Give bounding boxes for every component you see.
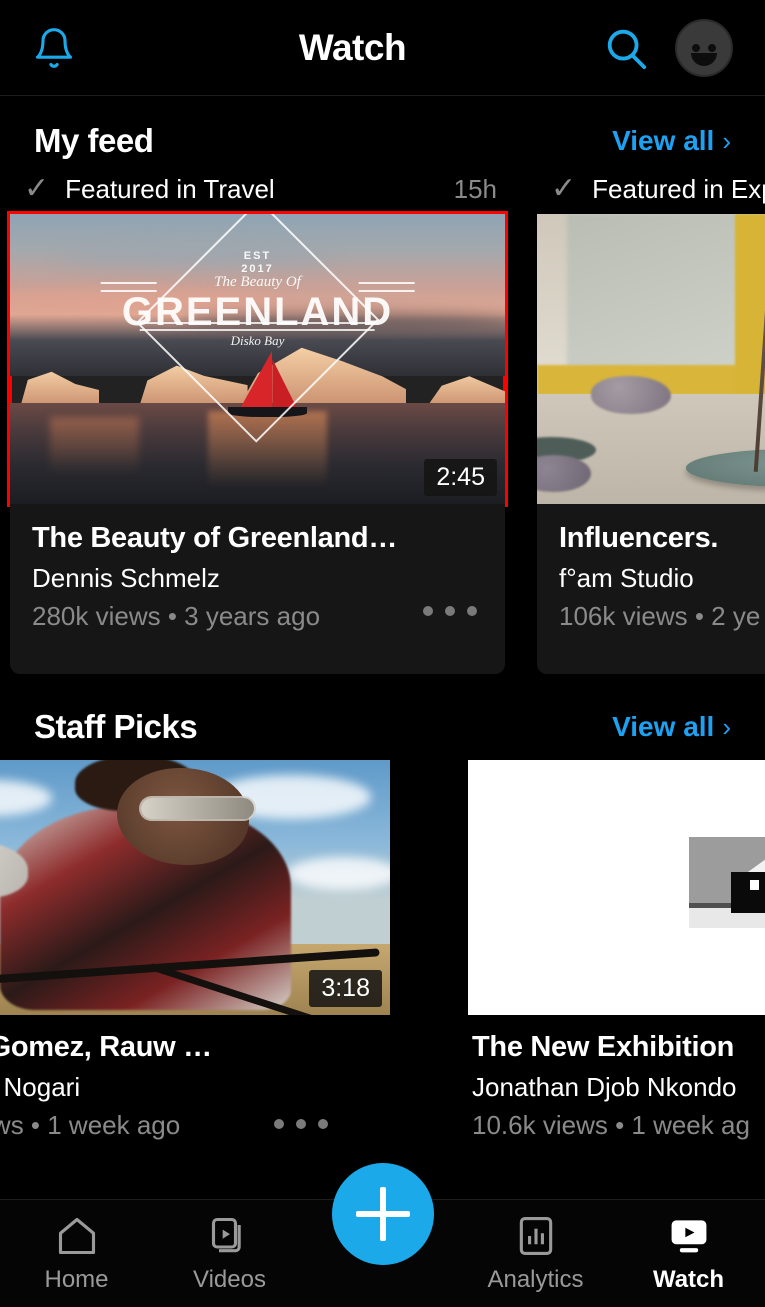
card-body: The Beauty of Greenland… Dennis Schmelz … [10,504,505,674]
logo-bay: Disko Bay [230,333,285,348]
section-header-staff-picks: Staff Picks View all › [0,674,765,760]
avatar[interactable] [675,18,733,77]
card-body: Influencers. f°am Studio 106k views • 2 … [537,504,765,674]
video-card[interactable]: 3:18 lena Gomez, Rauw … nando Nogari 6k … [0,760,390,1141]
nav-item-analytics[interactable]: Analytics [459,1214,612,1294]
card-body: lena Gomez, Rauw … nando Nogari 6k views… [0,1015,390,1141]
chevron-right-icon: › [722,125,731,156]
watch-icon [667,1214,711,1258]
video-author: f°am Studio [559,563,694,593]
video-author: Dennis Schmelz [32,563,220,593]
nav-item-videos[interactable]: Videos [153,1214,306,1294]
video-title: The Beauty of Greenland… [32,522,398,554]
view-all-label: View all [612,711,715,742]
nav-label: Videos [193,1265,266,1293]
section-title: Staff Picks [34,708,198,745]
video-stats: 280k views • 3 years ago [32,601,321,631]
video-thumbnail[interactable] [468,760,765,1015]
logo-subtitle: The Beauty Of [214,274,301,291]
nav-label: Watch [652,1265,725,1293]
logo-year: 2017 [241,262,274,275]
header-left [32,26,142,70]
app-screen: Watch My feed View all › ✓ Featured in T… [0,0,765,1307]
logo-est: EST [243,250,272,263]
duration-badge: 3:18 [309,970,382,1007]
check-icon: ✓ [551,174,577,205]
featured-label: Featured in Exp [592,174,765,204]
create-button[interactable] [331,1163,434,1265]
thumbnail-art-exhibition [468,760,765,1015]
section-header-my-feed: My feed View all › [0,96,765,174]
duration-badge: 2:45 [424,459,497,496]
chevron-right-icon: › [722,711,731,742]
avatar-eye-left [692,43,700,52]
video-title: Influencers. [559,522,719,554]
video-author: Jonathan Djob Nkondo [472,1072,737,1102]
video-title: lena Gomez, Rauw … [0,1031,212,1063]
view-all-my-feed[interactable]: View all › [612,125,731,157]
video-card[interactable]: ✓ Featured in Exp Influencers. f°am Stud… [537,174,765,674]
search-icon[interactable] [603,25,649,71]
bell-icon[interactable] [32,26,76,70]
home-icon [55,1214,99,1258]
view-all-label: View all [612,125,715,156]
video-stats: 10.6k views • 1 week ag [472,1110,750,1140]
section-title: My feed [34,122,154,159]
more-options-icon[interactable] [423,606,477,616]
nav-label: Analytics [487,1265,584,1293]
video-card[interactable]: The New Exhibition Jonathan Djob Nkondo … [468,760,765,1141]
video-card[interactable]: ✓ Featured in Travel 15h EST 2017 The Be… [7,174,508,674]
my-feed-scroller[interactable]: ✓ Featured in Travel 15h EST 2017 The Be… [0,174,765,674]
nav-item-watch[interactable]: Watch [612,1214,765,1294]
video-thumbnail[interactable]: 3:18 [0,760,390,1015]
card-meta: ✓ Featured in Exp [537,174,765,214]
card-meta: ✓ Featured in Travel 15h [10,174,505,214]
plus-icon [355,1187,410,1241]
video-author: nando Nogari [0,1072,81,1102]
timestamp: 15h [453,174,497,204]
analytics-icon [514,1214,558,1258]
video-stats: 6k views • 1 week ago [0,1110,181,1140]
avatar-eye-right [708,43,716,52]
view-all-staff-picks[interactable]: View all › [612,711,731,743]
header-right [563,18,733,77]
avatar-mouth [691,52,717,66]
video-thumbnail[interactable] [537,214,765,504]
check-icon: ✓ [24,174,50,205]
videos-icon [208,1214,252,1258]
card-body: The New Exhibition Jonathan Djob Nkondo … [468,1015,765,1141]
app-header: Watch [0,0,765,96]
staff-picks-scroller[interactable]: 3:18 lena Gomez, Rauw … nando Nogari 6k … [0,760,765,1141]
page-title: Watch [298,26,407,68]
nav-item-home[interactable]: Home [0,1214,153,1294]
more-options-icon[interactable] [274,1119,328,1129]
video-stats: 106k views • 2 ye [559,601,761,631]
video-title: The New Exhibition [472,1031,735,1063]
thumbnail-logo-overlay: EST 2017 The Beauty Of GREENLAND Disko B… [94,214,421,443]
nav-label: Home [44,1265,109,1293]
video-thumbnail[interactable]: EST 2017 The Beauty Of GREENLAND Disko B… [7,211,508,507]
featured-label: Featured in Travel [65,174,275,204]
thumbnail-art-influencers [537,214,765,504]
